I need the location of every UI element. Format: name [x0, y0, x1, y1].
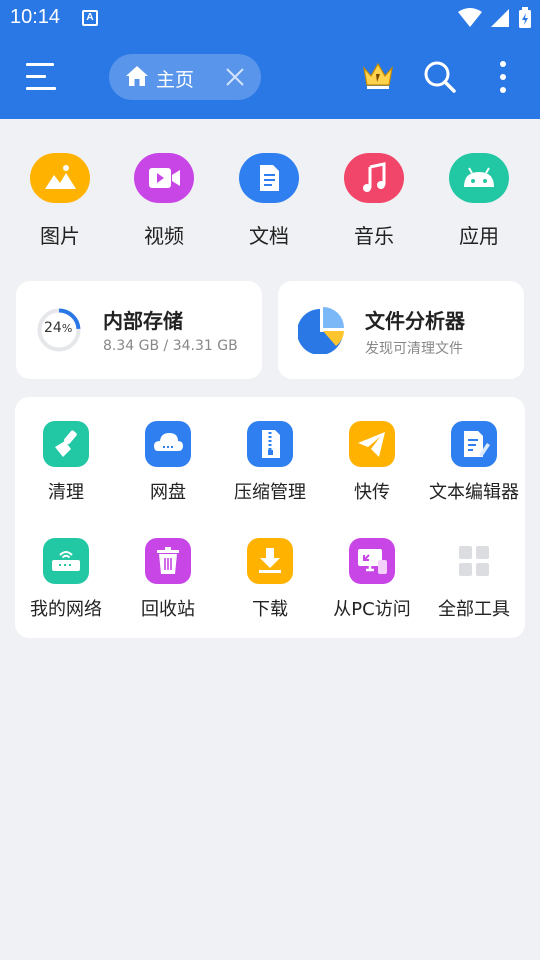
send-icon: [349, 421, 395, 467]
tool-label: 从PC访问: [333, 599, 411, 620]
tool-label: 网盘: [150, 482, 186, 503]
more-options-icon[interactable]: [498, 60, 508, 94]
battery-icon: [519, 7, 531, 28]
broom-icon: [43, 421, 89, 467]
status-bar: 10:14 A: [0, 0, 540, 36]
tool-all-tools[interactable]: 全部工具: [423, 538, 525, 621]
tool-label: 文本编辑器: [429, 482, 519, 503]
music-icon: [344, 153, 404, 203]
category-images[interactable]: 图片: [15, 153, 105, 249]
analyzer-title: 文件分析器: [365, 309, 465, 333]
tool-cloud-drive[interactable]: 网盘: [117, 421, 219, 504]
file-analyzer-card[interactable]: 文件分析器 发现可清理文件: [278, 281, 524, 379]
tool-archive-manager[interactable]: 压缩管理: [219, 421, 321, 504]
image-icon: [30, 153, 90, 203]
category-label: 图片: [40, 224, 80, 248]
category-music[interactable]: 音乐: [329, 153, 419, 249]
tool-recycle-bin[interactable]: 回收站: [117, 538, 219, 621]
zip-icon: [247, 421, 293, 467]
category-label: 应用: [459, 224, 499, 248]
category-row: 图片 视频 文档 音乐 应用: [0, 153, 540, 253]
tool-label: 清理: [48, 482, 84, 503]
tool-label: 快传: [354, 482, 390, 503]
internal-storage-card[interactable]: 24% 内部存储 8.34 GB / 34.31 GB: [16, 281, 262, 379]
tool-quick-send[interactable]: 快传: [321, 421, 423, 504]
category-apps[interactable]: 应用: [434, 153, 524, 249]
category-video[interactable]: 视频: [119, 153, 209, 249]
category-label: 视频: [144, 224, 184, 248]
tools-card: 清理 网盘 压缩管理 快传 文本编辑器 我的网络 回收站 下载 从PC访问 全部…: [15, 397, 525, 638]
storage-percent: 24%: [44, 320, 73, 336]
app-bar: 主页: [0, 36, 540, 119]
wifi-icon: [458, 8, 482, 27]
category-documents[interactable]: 文档: [224, 153, 314, 249]
tool-label: 压缩管理: [234, 482, 306, 503]
tool-pc-access[interactable]: 从PC访问: [321, 538, 423, 621]
video-icon: [134, 153, 194, 203]
tab-home[interactable]: 主页: [109, 54, 261, 100]
tool-label: 下载: [252, 599, 288, 620]
system-icons: [458, 6, 532, 30]
category-label: 文档: [249, 224, 289, 248]
tool-my-network[interactable]: 我的网络: [15, 538, 117, 621]
router-icon: [43, 538, 89, 584]
search-icon[interactable]: [423, 60, 457, 94]
trash-icon: [145, 538, 191, 584]
grid-icon: [451, 538, 497, 584]
storage-title: 内部存储: [103, 309, 183, 333]
status-time: 10:14: [10, 6, 61, 28]
tool-text-editor[interactable]: 文本编辑器: [423, 421, 525, 504]
storage-usage: 8.34 GB / 34.31 GB: [103, 338, 238, 354]
tool-label: 全部工具: [438, 599, 510, 620]
cloud-icon: [145, 421, 191, 467]
pie-chart-icon: [298, 307, 344, 354]
android-icon: [449, 153, 509, 203]
home-icon: [126, 66, 148, 86]
signal-icon: [491, 9, 509, 27]
category-label: 音乐: [354, 224, 394, 248]
notification-icon: A: [82, 10, 98, 26]
close-icon[interactable]: [225, 67, 245, 87]
analyzer-subtitle: 发现可清理文件: [365, 341, 463, 357]
crown-icon[interactable]: [361, 60, 395, 92]
pc-access-icon: [349, 538, 395, 584]
tool-download[interactable]: 下载: [219, 538, 321, 621]
header: 10:14 A 主页: [0, 0, 540, 119]
text-edit-icon: [451, 421, 497, 467]
menu-button[interactable]: [26, 63, 58, 91]
tool-label: 我的网络: [30, 599, 102, 620]
tab-label: 主页: [156, 69, 195, 91]
document-icon: [239, 153, 299, 203]
tool-label: 回收站: [141, 599, 195, 620]
download-icon: [247, 538, 293, 584]
tool-cleaner[interactable]: 清理: [15, 421, 117, 504]
